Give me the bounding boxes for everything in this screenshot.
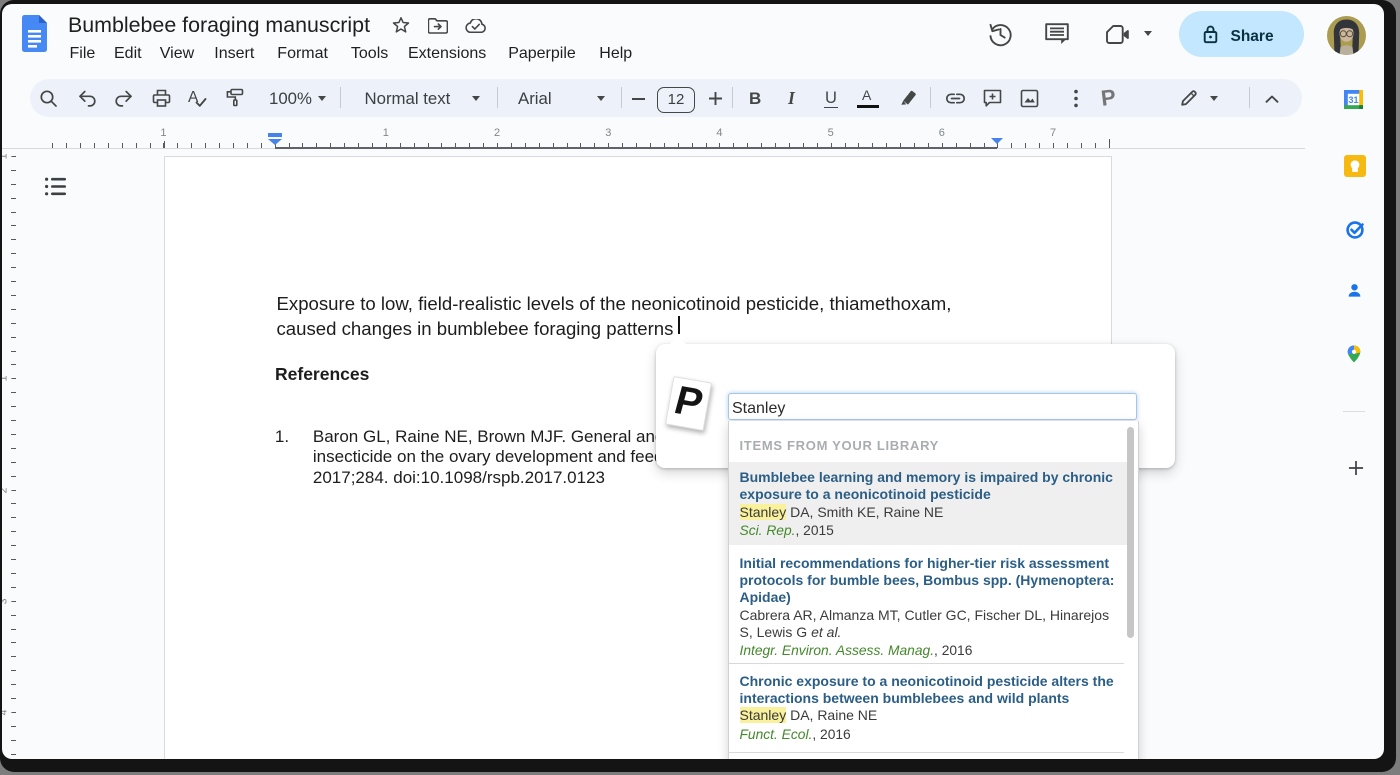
svg-text:31: 31 xyxy=(1348,95,1358,105)
